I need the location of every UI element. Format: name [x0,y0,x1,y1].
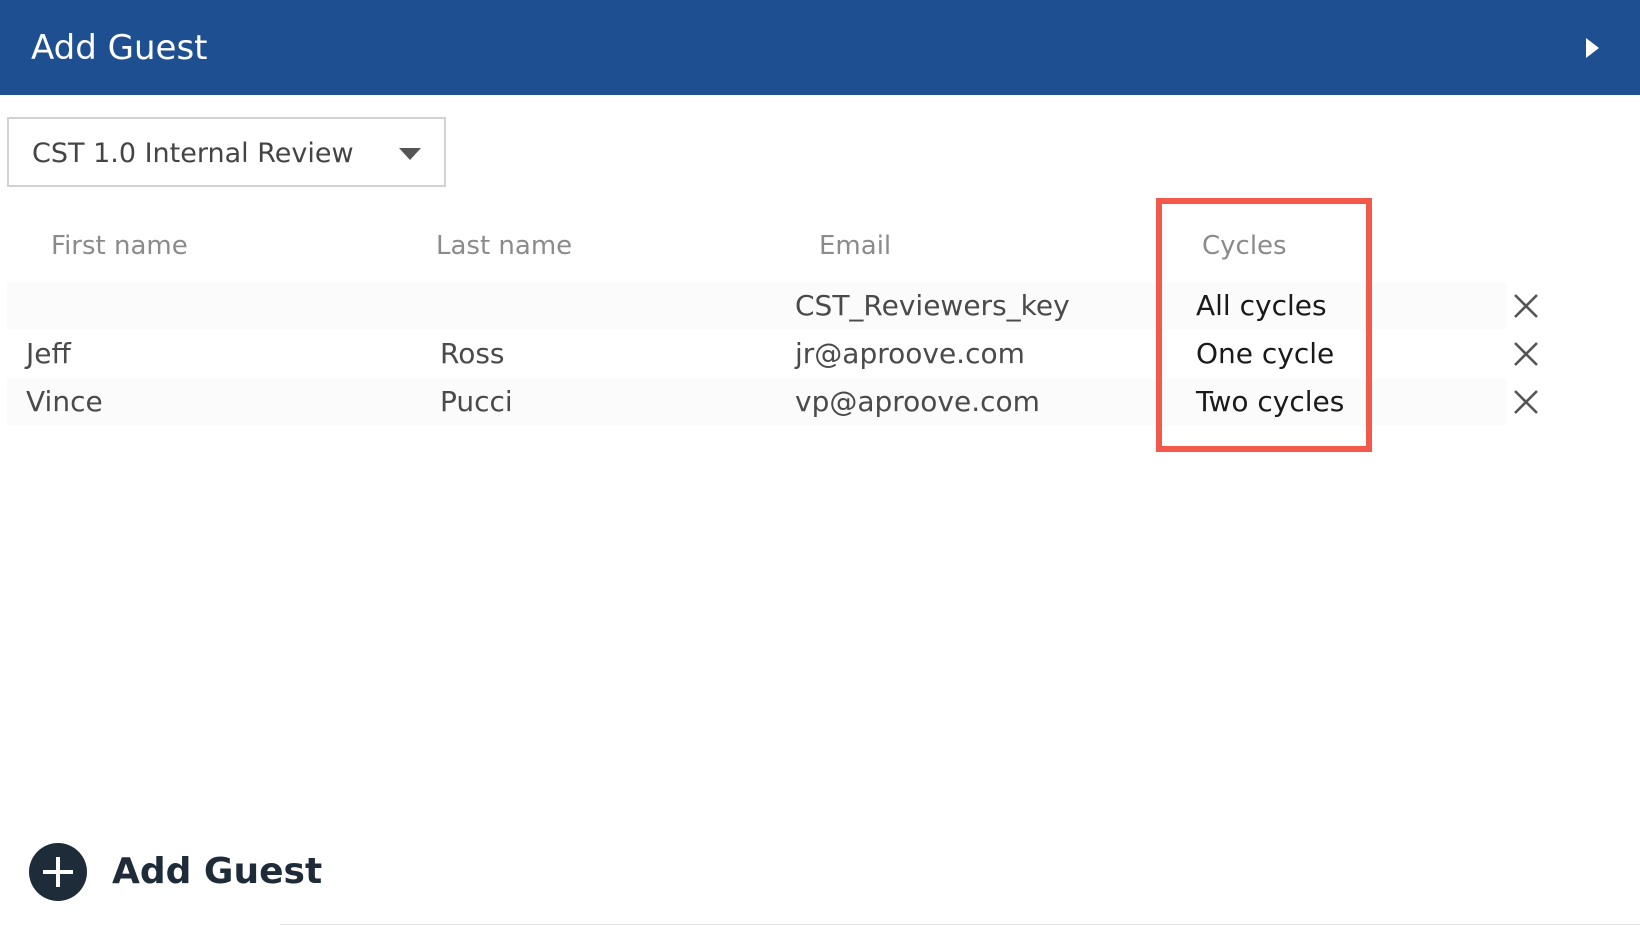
close-icon[interactable] [1513,389,1539,415]
caret-right-icon[interactable] [1583,36,1603,60]
first-name-cell: Vince [26,385,103,418]
first-name-cell: Jeff [26,337,71,370]
caret-down-icon [399,148,421,160]
divider [280,924,1640,925]
panel-header: Add Guest [0,0,1640,95]
email-cell: vp@aproove.com [795,385,1040,418]
column-header-email: Email [819,231,892,261]
review-select[interactable]: CST 1.0 Internal Review [7,117,446,187]
panel-title: Add Guest [31,28,208,68]
review-select-value: CST 1.0 Internal Review [32,138,354,169]
email-cell: CST_Reviewers_key [795,289,1070,322]
add-guest-label: Add Guest [112,851,323,892]
plus-circle-icon [29,843,87,901]
last-name-cell: Ross [440,337,505,370]
column-header-last-name: Last name [436,231,573,261]
email-cell: jr@aproove.com [795,337,1025,370]
column-header-first-name: First name [51,231,188,261]
close-icon[interactable] [1513,293,1539,319]
last-name-cell: Pucci [440,385,513,418]
close-icon[interactable] [1513,341,1539,367]
cycles-highlight-box [1156,198,1372,452]
